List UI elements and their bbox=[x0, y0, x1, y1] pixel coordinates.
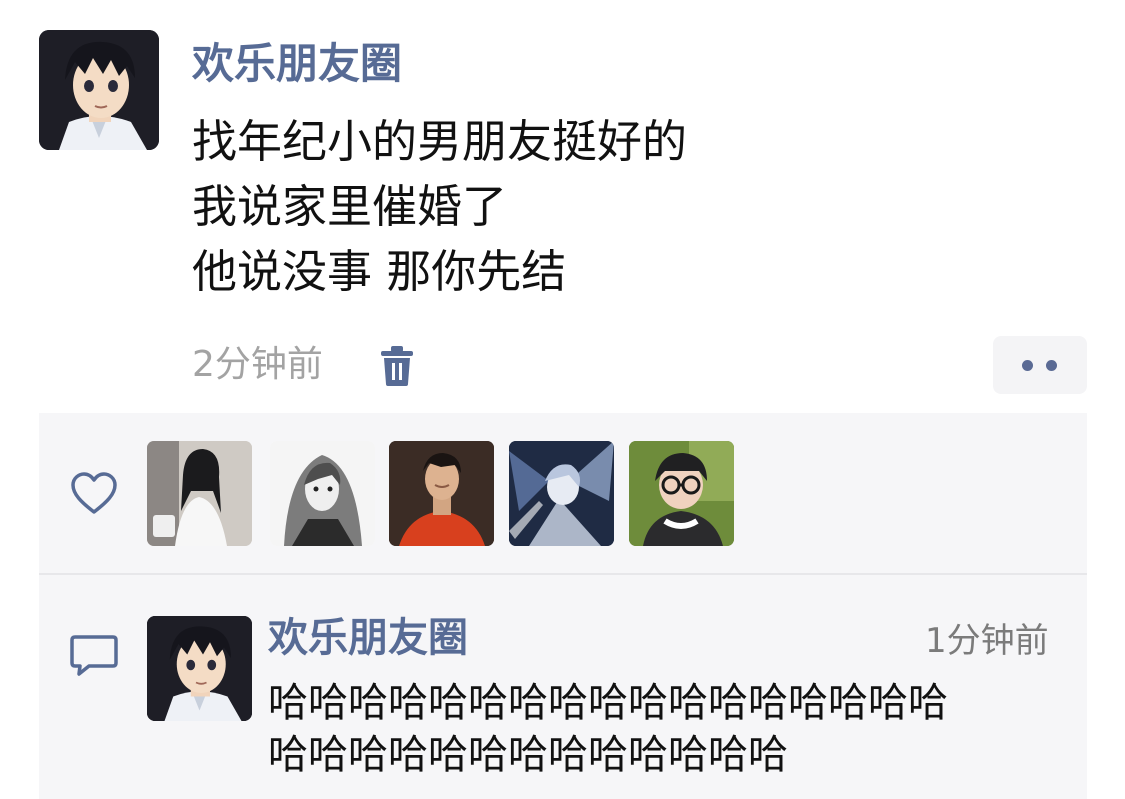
comment-author-name[interactable]: 欢乐朋友圈 bbox=[268, 610, 468, 666]
avatar-child-glasses[interactable] bbox=[629, 441, 734, 546]
post-text-line: 找年纪小的男朋友挺好的 bbox=[192, 115, 688, 168]
more-dot bbox=[1022, 360, 1033, 371]
avatar-sketch-girl[interactable] bbox=[270, 441, 375, 546]
anime-boy-avatar-icon bbox=[147, 616, 252, 721]
comment-author-avatar[interactable] bbox=[147, 616, 252, 721]
avatar-girl-white-dress[interactable] bbox=[147, 441, 252, 546]
post-text-line: 我说家里催婚了 bbox=[192, 180, 508, 233]
comment-bubble-icon bbox=[69, 633, 119, 677]
post-content: 找年纪小的男朋友挺好的 我说家里催婚了 他说没事 那你先结 bbox=[192, 109, 687, 304]
panel-divider bbox=[39, 573, 1087, 575]
post-timestamp: 2分钟前 bbox=[192, 344, 323, 385]
moments-page: 欢乐朋友圈 找年纪小的男朋友挺好的 我说家里催婚了 他说没事 那你先结 2分钟前 bbox=[0, 0, 1125, 799]
comment-text: 哈哈哈哈哈哈哈哈哈哈哈哈哈哈哈哈哈 哈哈哈哈哈哈哈哈哈哈哈哈哈 bbox=[268, 677, 948, 781]
more-dot bbox=[1046, 360, 1057, 371]
post-author-avatar[interactable] bbox=[39, 30, 159, 150]
anime-boy-avatar-icon bbox=[39, 30, 159, 150]
comment-timestamp: 1分钟前 bbox=[925, 621, 1049, 661]
avatar-anime-blue-art[interactable] bbox=[509, 441, 614, 546]
avatar-boy-red-shirt[interactable] bbox=[389, 441, 494, 546]
post-text-line: 他说没事 那你先结 bbox=[192, 245, 567, 298]
post-author-name[interactable]: 欢乐朋友圈 bbox=[192, 34, 402, 94]
trash-icon[interactable] bbox=[380, 346, 414, 386]
comment-text-line: 哈哈哈哈哈哈哈哈哈哈哈哈哈 bbox=[268, 732, 788, 778]
more-dots-icon[interactable] bbox=[993, 336, 1087, 394]
comment-text-line: 哈哈哈哈哈哈哈哈哈哈哈哈哈哈哈哈哈 bbox=[268, 680, 948, 726]
heart-outline-icon bbox=[69, 470, 119, 516]
